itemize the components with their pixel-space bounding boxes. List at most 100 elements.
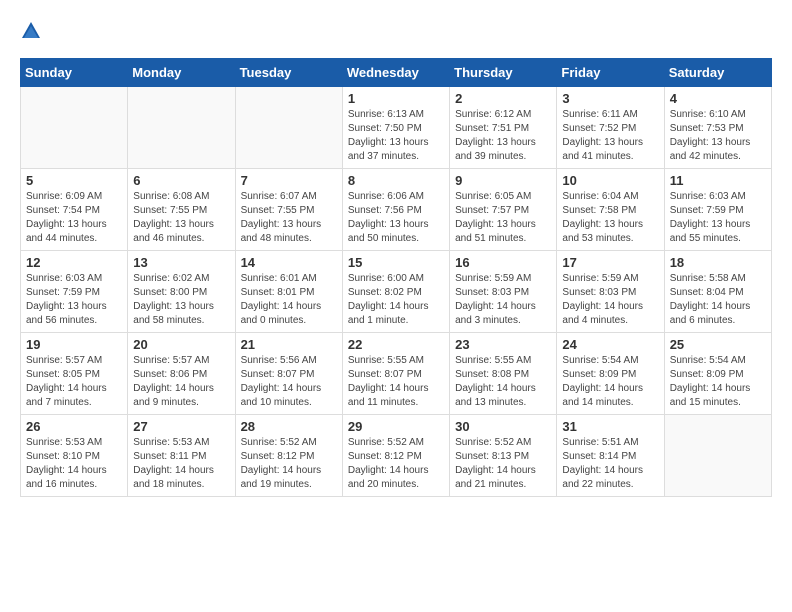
day-info: Sunrise: 5:58 AM Sunset: 8:04 PM Dayligh… (670, 272, 766, 328)
day-cell: 17 Sunrise: 5:59 AM Sunset: 8:03 PM Dayli… (557, 251, 664, 333)
day-cell (664, 415, 771, 497)
day-number: 17 (562, 255, 658, 270)
day-info: Sunrise: 5:53 AM Sunset: 8:11 PM Dayligh… (133, 436, 229, 492)
day-info: Sunrise: 5:52 AM Sunset: 8:12 PM Dayligh… (348, 436, 444, 492)
day-number: 11 (670, 173, 766, 188)
day-cell: 24 Sunrise: 5:54 AM Sunset: 8:09 PM Dayli… (557, 333, 664, 415)
day-cell: 2 Sunrise: 6:12 AM Sunset: 7:51 PM Daylig… (450, 87, 557, 169)
day-number: 23 (455, 337, 551, 352)
day-info: Sunrise: 6:12 AM Sunset: 7:51 PM Dayligh… (455, 108, 551, 164)
day-info: Sunrise: 5:52 AM Sunset: 8:12 PM Dayligh… (241, 436, 337, 492)
day-cell: 26 Sunrise: 5:53 AM Sunset: 8:10 PM Dayli… (21, 415, 128, 497)
day-info: Sunrise: 5:52 AM Sunset: 8:13 PM Dayligh… (455, 436, 551, 492)
day-cell: 5Sunrise: 6:09 AM Sunset: 7:54 PM Daylig… (21, 169, 128, 251)
weekday-friday: Friday (557, 59, 664, 87)
day-cell: 28 Sunrise: 5:52 AM Sunset: 8:12 PM Dayli… (235, 415, 342, 497)
day-number: 19 (26, 337, 122, 352)
day-cell: 31 Sunrise: 5:51 AM Sunset: 8:14 PM Dayli… (557, 415, 664, 497)
day-info: Sunrise: 6:10 AM Sunset: 7:53 PM Dayligh… (670, 108, 766, 164)
week-row-5: 26 Sunrise: 5:53 AM Sunset: 8:10 PM Dayli… (21, 415, 772, 497)
day-number: 14 (241, 255, 337, 270)
day-cell (21, 87, 128, 169)
day-cell: 9 Sunrise: 6:05 AM Sunset: 7:57 PM Daylig… (450, 169, 557, 251)
day-info: Sunrise: 6:08 AM Sunset: 7:55 PM Dayligh… (133, 190, 229, 246)
day-cell: 16 Sunrise: 5:59 AM Sunset: 8:03 PM Dayli… (450, 251, 557, 333)
weekday-thursday: Thursday (450, 59, 557, 87)
day-cell: 30 Sunrise: 5:52 AM Sunset: 8:13 PM Dayli… (450, 415, 557, 497)
day-info: Sunrise: 6:07 AM Sunset: 7:55 PM Dayligh… (241, 190, 337, 246)
week-row-3: 12 Sunrise: 6:03 AM Sunset: 7:59 PM Dayli… (21, 251, 772, 333)
day-number: 8 (348, 173, 444, 188)
day-number: 12 (26, 255, 122, 270)
day-number: 26 (26, 419, 122, 434)
day-number: 7 (241, 173, 337, 188)
weekday-monday: Monday (128, 59, 235, 87)
day-info: Sunrise: 5:51 AM Sunset: 8:14 PM Dayligh… (562, 436, 658, 492)
day-number: 30 (455, 419, 551, 434)
day-info: Sunrise: 5:59 AM Sunset: 8:03 PM Dayligh… (455, 272, 551, 328)
day-info: Sunrise: 6:03 AM Sunset: 7:59 PM Dayligh… (26, 272, 122, 328)
weekday-tuesday: Tuesday (235, 59, 342, 87)
day-cell: 1 Sunrise: 6:13 AM Sunset: 7:50 PM Daylig… (342, 87, 449, 169)
day-cell: 23 Sunrise: 5:55 AM Sunset: 8:08 PM Dayli… (450, 333, 557, 415)
week-row-4: 19Sunrise: 5:57 AM Sunset: 8:05 PM Dayli… (21, 333, 772, 415)
day-number: 16 (455, 255, 551, 270)
weekday-sunday: Sunday (21, 59, 128, 87)
day-number: 22 (348, 337, 444, 352)
day-cell: 19Sunrise: 5:57 AM Sunset: 8:05 PM Dayli… (21, 333, 128, 415)
day-number: 15 (348, 255, 444, 270)
day-cell: 11 Sunrise: 6:03 AM Sunset: 7:59 PM Dayli… (664, 169, 771, 251)
day-number: 21 (241, 337, 337, 352)
day-info: Sunrise: 6:06 AM Sunset: 7:56 PM Dayligh… (348, 190, 444, 246)
day-info: Sunrise: 5:53 AM Sunset: 8:10 PM Dayligh… (26, 436, 122, 492)
day-number: 13 (133, 255, 229, 270)
day-number: 2 (455, 91, 551, 106)
day-cell: 21Sunrise: 5:56 AM Sunset: 8:07 PM Dayli… (235, 333, 342, 415)
logo (20, 20, 46, 42)
day-info: Sunrise: 5:54 AM Sunset: 8:09 PM Dayligh… (562, 354, 658, 410)
day-info: Sunrise: 6:05 AM Sunset: 7:57 PM Dayligh… (455, 190, 551, 246)
day-cell: 3 Sunrise: 6:11 AM Sunset: 7:52 PM Daylig… (557, 87, 664, 169)
day-info: Sunrise: 6:00 AM Sunset: 8:02 PM Dayligh… (348, 272, 444, 328)
weekday-wednesday: Wednesday (342, 59, 449, 87)
day-number: 3 (562, 91, 658, 106)
day-info: Sunrise: 6:03 AM Sunset: 7:59 PM Dayligh… (670, 190, 766, 246)
day-number: 20 (133, 337, 229, 352)
day-info: Sunrise: 6:11 AM Sunset: 7:52 PM Dayligh… (562, 108, 658, 164)
day-number: 9 (455, 173, 551, 188)
day-number: 18 (670, 255, 766, 270)
logo-icon (20, 20, 42, 42)
day-number: 5 (26, 173, 122, 188)
weekday-header-row: SundayMondayTuesdayWednesdayThursdayFrid… (21, 59, 772, 87)
day-number: 4 (670, 91, 766, 106)
day-number: 29 (348, 419, 444, 434)
day-cell: 15 Sunrise: 6:00 AM Sunset: 8:02 PM Dayli… (342, 251, 449, 333)
day-number: 24 (562, 337, 658, 352)
day-number: 6 (133, 173, 229, 188)
day-cell: 4 Sunrise: 6:10 AM Sunset: 7:53 PM Daylig… (664, 87, 771, 169)
day-cell (128, 87, 235, 169)
day-info: Sunrise: 6:01 AM Sunset: 8:01 PM Dayligh… (241, 272, 337, 328)
day-cell: 14 Sunrise: 6:01 AM Sunset: 8:01 PM Dayli… (235, 251, 342, 333)
day-info: Sunrise: 5:59 AM Sunset: 8:03 PM Dayligh… (562, 272, 658, 328)
day-number: 10 (562, 173, 658, 188)
day-info: Sunrise: 5:57 AM Sunset: 8:06 PM Dayligh… (133, 354, 229, 410)
day-cell: 6 Sunrise: 6:08 AM Sunset: 7:55 PM Daylig… (128, 169, 235, 251)
day-info: Sunrise: 5:55 AM Sunset: 8:08 PM Dayligh… (455, 354, 551, 410)
day-cell (235, 87, 342, 169)
day-number: 1 (348, 91, 444, 106)
day-info: Sunrise: 5:54 AM Sunset: 8:09 PM Dayligh… (670, 354, 766, 410)
day-info: Sunrise: 6:13 AM Sunset: 7:50 PM Dayligh… (348, 108, 444, 164)
weekday-saturday: Saturday (664, 59, 771, 87)
day-cell: 29 Sunrise: 5:52 AM Sunset: 8:12 PM Dayli… (342, 415, 449, 497)
day-cell: 8 Sunrise: 6:06 AM Sunset: 7:56 PM Daylig… (342, 169, 449, 251)
day-cell: 25 Sunrise: 5:54 AM Sunset: 8:09 PM Dayli… (664, 333, 771, 415)
day-number: 27 (133, 419, 229, 434)
day-cell: 7 Sunrise: 6:07 AM Sunset: 7:55 PM Daylig… (235, 169, 342, 251)
week-row-2: 5Sunrise: 6:09 AM Sunset: 7:54 PM Daylig… (21, 169, 772, 251)
day-number: 28 (241, 419, 337, 434)
day-cell: 12 Sunrise: 6:03 AM Sunset: 7:59 PM Dayli… (21, 251, 128, 333)
day-info: Sunrise: 6:04 AM Sunset: 7:58 PM Dayligh… (562, 190, 658, 246)
day-number: 25 (670, 337, 766, 352)
day-number: 31 (562, 419, 658, 434)
